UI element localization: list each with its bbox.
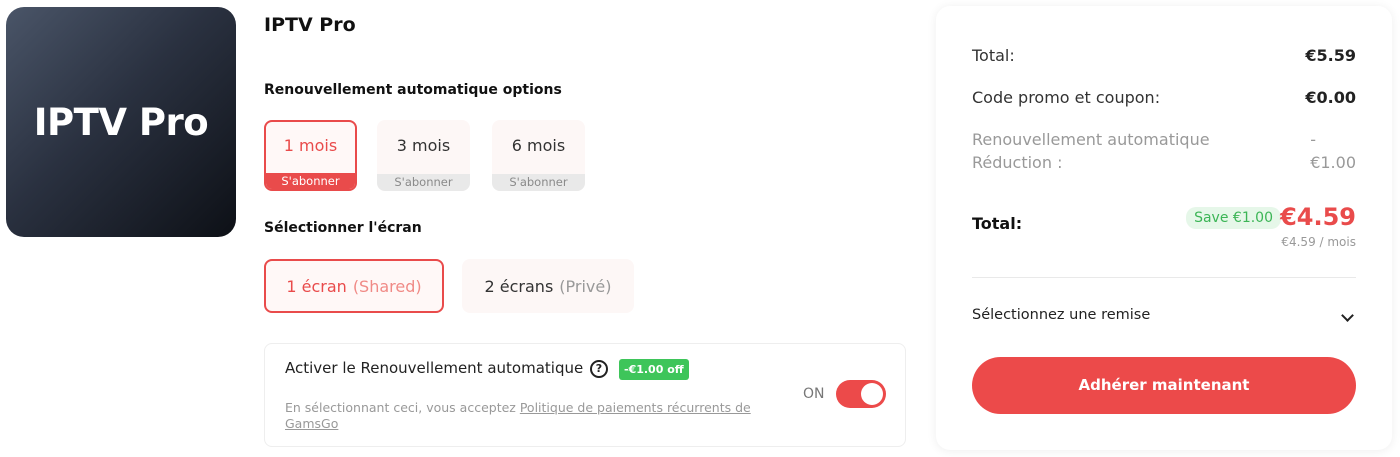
auto-renew-toggle[interactable] <box>836 380 886 408</box>
screen-option-label: 2 écrans <box>484 276 554 296</box>
discount-badge: -€1.00 off <box>619 359 689 380</box>
product-logo-text: IPTV Pro <box>33 100 209 144</box>
renewal-options-title: Renouvellement automatique options <box>264 82 562 98</box>
plan-option-subscribe: S'abonner <box>266 173 355 189</box>
screen-option-hint: (Privé) <box>559 276 612 296</box>
summary-auto-discount-amount: €1.00 <box>1310 153 1356 172</box>
auto-renew-note-text: En sélectionnant ceci, vous acceptez <box>285 400 520 415</box>
auto-renew-panel: Activer le Renouvellement automatique ? … <box>264 343 906 447</box>
plan-option-6-months[interactable]: 6 mois S'abonner <box>492 120 585 191</box>
auto-renew-title: Activer le Renouvellement automatique <box>285 359 584 377</box>
discount-select-label: Sélectionnez une remise <box>972 307 1151 323</box>
chevron-down-icon <box>1341 309 1354 322</box>
summary-auto-discount-value: - €1.00 <box>1310 128 1356 174</box>
screen-option-label: 1 écran <box>286 276 347 296</box>
discount-select[interactable]: Sélectionnez une remise <box>972 307 1356 323</box>
question-circle-icon[interactable]: ? <box>590 360 608 378</box>
plan-option-1-month[interactable]: 1 mois S'abonner <box>264 120 357 191</box>
plan-option-3-months[interactable]: 3 mois S'abonner <box>377 120 470 191</box>
summary-promo-label: Code promo et coupon: <box>972 88 1161 107</box>
toggle-knob <box>861 383 883 405</box>
save-badge: Save €1.00 <box>1186 207 1281 229</box>
product-title: IPTV Pro <box>264 14 356 36</box>
toggle-state-label: ON <box>803 386 825 402</box>
screen-select-title: Sélectionner l'écran <box>264 220 422 236</box>
price-per-month: €4.59 / mois <box>1281 235 1356 249</box>
summary-auto-discount-sign: - <box>1310 130 1316 149</box>
final-price: €4.59 <box>1280 203 1356 231</box>
summary-total-label: Total: <box>972 46 1015 65</box>
summary-divider <box>972 277 1356 278</box>
summary-auto-discount-label-line1: Renouvellement automatique <box>972 130 1210 149</box>
screen-option-2-private[interactable]: 2 écrans (Privé) <box>462 259 634 313</box>
plan-option-subscribe: S'abonner <box>377 174 470 191</box>
order-summary-card: Total: €5.59 Code promo et coupon: €0.00… <box>936 6 1392 450</box>
plan-option-label: 1 mois <box>283 136 338 155</box>
screen-option-1-shared[interactable]: 1 écran (Shared) <box>264 259 444 313</box>
product-logo: IPTV Pro <box>6 7 236 237</box>
join-now-button[interactable]: Adhérer maintenant <box>972 357 1356 414</box>
summary-total-value: €5.59 <box>1305 46 1356 65</box>
auto-renew-note: En sélectionnant ceci, vous acceptez Pol… <box>285 400 775 432</box>
summary-promo-value: €0.00 <box>1305 88 1356 107</box>
summary-final-total-label: Total: <box>972 214 1023 233</box>
screen-option-hint: (Shared) <box>352 276 422 296</box>
plan-option-subscribe: S'abonner <box>492 174 585 191</box>
summary-auto-discount-label: Renouvellement automatique Réduction : <box>972 128 1252 174</box>
plan-option-label: 3 mois <box>396 136 451 155</box>
summary-auto-discount-label-line2: Réduction : <box>972 153 1063 172</box>
plan-option-label: 6 mois <box>511 136 566 155</box>
